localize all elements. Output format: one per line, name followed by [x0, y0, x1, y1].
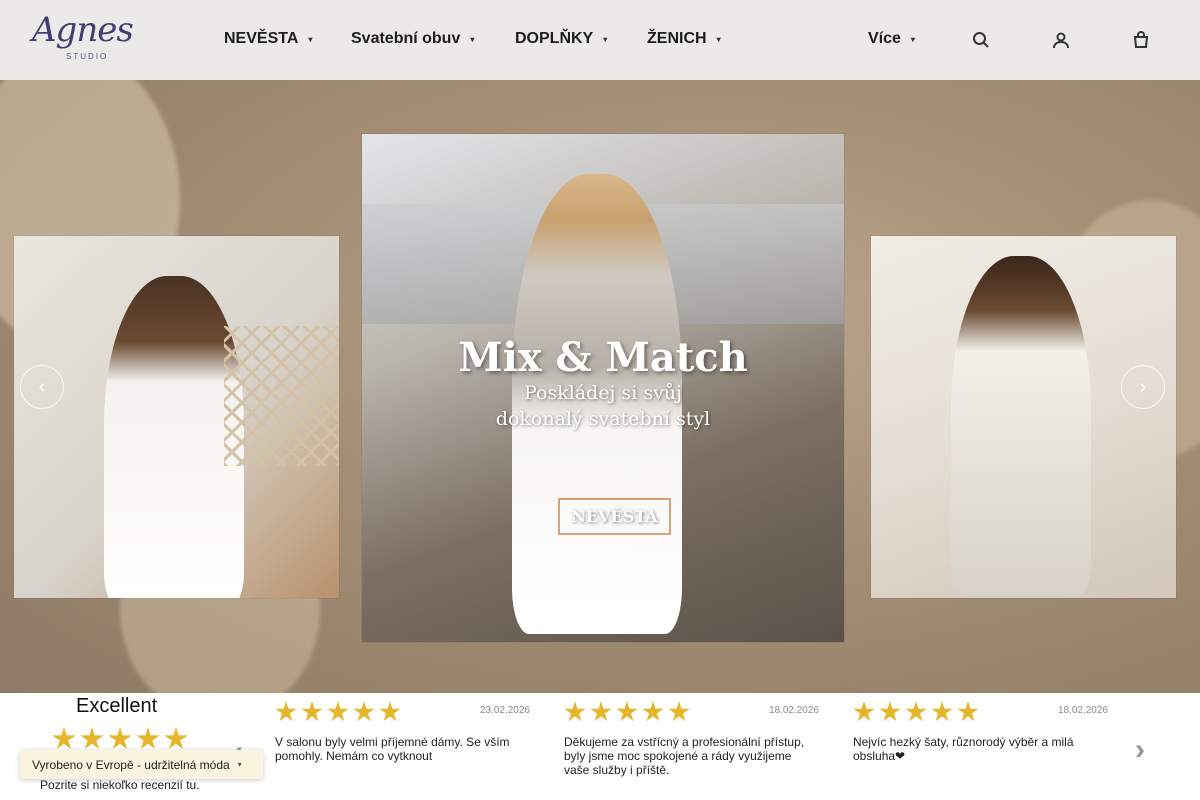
chevron-down-icon: ▾ — [716, 34, 721, 44]
hero-title: Mix & Match — [458, 334, 748, 381]
logo-script: Agnes — [32, 10, 134, 50]
chevron-down-icon: ▾ — [470, 34, 475, 44]
star-icon — [301, 701, 323, 722]
review-text: Děkujeme za vstřícný a profesionální pří… — [564, 735, 805, 777]
star-icon — [853, 701, 875, 722]
hero-subtitle-line2: dokonalý svatební styl — [495, 408, 711, 430]
star-icon — [590, 701, 612, 722]
star-icon — [564, 701, 586, 722]
slide-right-image[interactable] — [871, 236, 1176, 598]
review-card: 18.02.2026 Děkujeme za vstřícný a profes… — [564, 701, 819, 777]
star-icon — [879, 701, 901, 722]
review-date: 23.02.2026 — [479, 705, 530, 716]
star-icon — [52, 727, 76, 749]
user-icon[interactable] — [1051, 30, 1071, 50]
star-icon — [108, 727, 132, 749]
chevron-right-icon: › — [1139, 375, 1147, 398]
cart-icon[interactable] — [1131, 30, 1151, 50]
rating-summary: Excellent — [76, 695, 158, 717]
star-icon — [353, 701, 375, 722]
nav-item-nevesta[interactable]: NEVĚSTA ▾ — [224, 30, 312, 48]
sustainability-badge[interactable]: Vyrobeno v Evropě - udržitelná móda ▾ — [20, 750, 263, 779]
model-figure — [951, 256, 1091, 596]
review-date: 18.02.2026 — [768, 705, 819, 716]
nav-label: Více — [868, 30, 901, 47]
logo-sub: STUDIO — [66, 52, 109, 61]
slider-prev-button[interactable]: ‹ — [20, 365, 64, 409]
search-icon[interactable] — [971, 30, 991, 50]
chevron-down-icon: ▾ — [308, 34, 313, 44]
review-card: 18.02.2026 Nejvíc hezký šaty, různorodý … — [853, 701, 1108, 763]
reviews-widget: Excellent Pozrite si niekoľko recenzií t… — [0, 693, 1200, 800]
lattice-decoration — [224, 326, 339, 466]
review-text: Nejvíc hezký šaty, různorodý výběr a mil… — [853, 735, 1074, 763]
chevron-left-icon: ‹ — [38, 375, 46, 398]
nav-label: DOPLŇKY — [515, 30, 594, 47]
star-icon — [379, 701, 401, 722]
nav-item-doplnky[interactable]: DOPLŇKY ▾ — [515, 30, 607, 48]
logo[interactable]: Agnes STUDIO — [30, 8, 134, 72]
nav-item-vice[interactable]: Více ▾ — [868, 30, 915, 48]
star-icon — [616, 701, 638, 722]
review-card: 23.02.2026 V salonu byly velmi příjemné … — [275, 701, 530, 763]
site-header: Agnes STUDIO NEVĚSTA ▾ Svatební obuv ▾ D… — [0, 0, 1200, 80]
reviews-next-arrow[interactable]: › — [1135, 733, 1145, 767]
reviews-link[interactable]: Pozrite si niekoľko recenzií tu. — [40, 778, 200, 792]
star-icon — [931, 701, 953, 722]
chevron-down-icon: ▾ — [603, 34, 608, 44]
chevron-down-icon: ▾ — [237, 760, 242, 769]
star-icon — [905, 701, 927, 722]
star-icon — [275, 701, 297, 722]
nav-item-svatebni-obuv[interactable]: Svatební obuv ▾ — [351, 30, 474, 48]
hero-subtitle: Poskládej si svůj dokonalý svatební styl — [362, 380, 844, 432]
nav-item-zenich[interactable]: ŽENICH ▾ — [647, 30, 721, 48]
badge-text: Vyrobeno v Evropě - udržitelná móda — [32, 757, 230, 772]
nav-label: NEVĚSTA — [224, 30, 299, 47]
model-figure — [104, 276, 244, 598]
star-icon — [164, 727, 188, 749]
slide-center-image[interactable]: Mix & Match Poskládej si svůj dokonalý s… — [362, 134, 844, 642]
chevron-down-icon: ▾ — [910, 34, 915, 44]
hero-subtitle-line1: Poskládej si svůj — [524, 382, 682, 404]
nav-label: Svatební obuv — [351, 30, 461, 47]
star-icon — [136, 727, 160, 749]
star-icon — [80, 727, 104, 749]
hero-cta-button[interactable]: NEVĚSTA — [558, 498, 671, 535]
nav-label: ŽENICH — [647, 30, 707, 47]
star-icon — [327, 701, 349, 722]
review-text: V salonu byly velmi příjemné dámy. Se vš… — [275, 735, 510, 763]
hero-slider: Mix & Match Poskládej si svůj dokonalý s… — [0, 80, 1200, 693]
rating-stars — [52, 727, 188, 751]
star-icon — [668, 701, 690, 722]
slide-left-image[interactable] — [14, 236, 339, 598]
slider-next-button[interactable]: › — [1121, 365, 1165, 409]
star-icon — [957, 701, 979, 722]
star-icon — [642, 701, 664, 722]
review-date: 18.02.2026 — [1057, 705, 1108, 716]
